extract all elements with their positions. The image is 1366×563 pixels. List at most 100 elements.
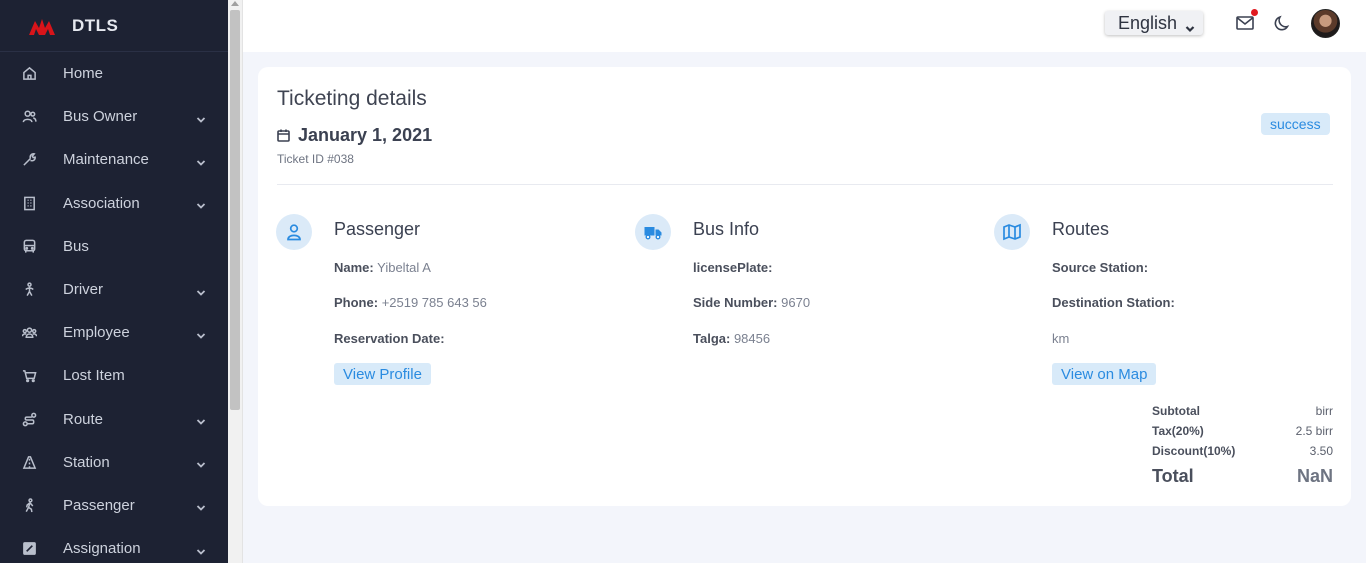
total-label: Total	[1152, 465, 1194, 486]
station-icon	[21, 454, 37, 470]
bus-talga: Talga: 98456	[693, 331, 770, 346]
map-icon	[994, 214, 1030, 250]
bus-side-number: Side Number: 9670	[693, 295, 810, 310]
mail-icon	[1236, 16, 1254, 30]
language-select[interactable]: English	[1105, 11, 1203, 35]
chevron-down-icon	[1185, 18, 1195, 33]
chevron-down-icon	[196, 155, 206, 166]
scrollbar-thumb[interactable]	[230, 10, 240, 410]
sidebar-item-driver[interactable]: Driver	[0, 268, 228, 311]
brand[interactable]: DTLS	[0, 0, 228, 52]
sidebar-item-lost-item[interactable]: Lost Item	[0, 354, 228, 397]
chevron-down-icon	[196, 112, 206, 123]
sidebar-item-station[interactable]: Station	[0, 441, 228, 484]
sidebar-item-label: Driver	[63, 281, 103, 299]
field-value: +2519 785 643 56	[381, 295, 487, 310]
bus-info-title: Bus Info	[693, 219, 760, 239]
field-label: Phone:	[334, 295, 379, 310]
chevron-down-icon	[196, 328, 206, 339]
mail-button[interactable]	[1235, 9, 1258, 33]
field-value: Yibeltal A	[377, 260, 431, 275]
field-label: Source Station:	[1052, 260, 1149, 275]
ticket-details-card: Ticketing details January 1, 2021 Ticket…	[258, 67, 1351, 506]
sidebar-item-employee[interactable]: Employee	[0, 311, 228, 354]
total-value: NaN	[1296, 465, 1333, 486]
passenger-reservation-date: Reservation Date:	[334, 331, 445, 346]
route-distance: km	[1052, 331, 1070, 346]
tax-value: 2.5 birr	[1295, 424, 1333, 438]
source-station: Source Station:	[1052, 260, 1148, 275]
user-icon	[276, 214, 312, 250]
home-icon	[21, 66, 37, 82]
user-avatar[interactable]	[1311, 9, 1340, 38]
notification-dot	[1251, 9, 1258, 16]
chevron-down-icon	[196, 198, 206, 209]
sidebar-item-bus[interactable]: Bus	[0, 225, 228, 268]
truck-icon	[635, 214, 671, 250]
scroll-up-arrow-icon[interactable]	[231, 1, 239, 6]
sidebar-item-label: Assignation	[63, 540, 141, 558]
discount-value: 3.50	[1309, 444, 1333, 458]
sidebar-item-label: Passenger	[63, 496, 135, 514]
bus-license-plate: licensePlate:	[693, 260, 773, 275]
chevron-down-icon	[196, 414, 206, 425]
chevron-down-icon	[196, 544, 206, 555]
chevron-down-icon	[196, 500, 206, 512]
sidebar-item-bus-owner[interactable]: Bus Owner	[0, 95, 228, 138]
sidebar-item-label: Home	[63, 65, 104, 83]
sidebar-item-home[interactable]: Home	[0, 52, 228, 95]
sidebar-item-label: Bus	[63, 237, 89, 255]
sidebar-nav: Home Bus Owner Maintenance Association B…	[0, 52, 228, 563]
sidebar-item-route[interactable]: Route	[0, 398, 228, 441]
price-summary: Subtotal birr Tax(20%) 2.5 birr Discount…	[1152, 401, 1333, 489]
field-value: 9670	[781, 295, 811, 310]
top-header: English	[243, 0, 1366, 52]
view-on-map-button[interactable]: View on Map	[1052, 363, 1157, 385]
sidebar-item-label: Maintenance	[63, 151, 149, 169]
ticket-date: January 1, 2021	[277, 125, 432, 146]
assign-icon	[21, 541, 37, 557]
subtotal-value: birr	[1315, 404, 1333, 418]
status-badge: success	[1261, 113, 1330, 135]
tax-label: Tax(20%)	[1152, 424, 1204, 438]
field-value: 98456	[733, 331, 771, 346]
calendar-icon	[277, 129, 290, 142]
sidebar-item-passenger[interactable]: Passenger	[0, 484, 228, 527]
walking-icon	[21, 497, 37, 513]
driver-icon	[21, 282, 37, 298]
sidebar-item-assignation[interactable]: Assignation	[0, 527, 228, 563]
sidebar-item-label: Association	[63, 194, 140, 212]
field-label: Reservation Date:	[334, 331, 445, 346]
destination-station: Destination Station:	[1052, 295, 1175, 310]
sidebar-scrollbar[interactable]	[228, 0, 243, 563]
passenger-phone: Phone: +2519 785 643 56	[334, 295, 487, 310]
discount-label: Discount(10%)	[1152, 444, 1236, 458]
field-label: Side Number:	[693, 295, 778, 310]
sidebar-item-label: Lost Item	[63, 367, 125, 385]
moon-icon	[1274, 15, 1290, 31]
chevron-down-icon	[196, 285, 206, 296]
view-profile-button[interactable]: View Profile	[334, 363, 431, 385]
logo-icon	[29, 18, 55, 35]
field-label: Destination Station:	[1052, 295, 1175, 310]
sidebar-item-association[interactable]: Association	[0, 182, 228, 225]
language-selected-value: English	[1118, 12, 1178, 33]
passenger-title: Passenger	[334, 219, 421, 239]
sidebar-item-label: Bus Owner	[63, 108, 138, 126]
app-name: DTLS	[72, 15, 119, 35]
cart-icon	[21, 368, 37, 384]
tax-row: Tax(20%) 2.5 birr	[1152, 421, 1333, 441]
sidebar-item-label: Route	[63, 410, 104, 428]
sidebar-item-label: Employee	[63, 324, 130, 342]
sidebar: DTLS Home Bus Owner Maintenance Associat…	[0, 0, 228, 563]
users-icon	[21, 109, 37, 125]
routes-title: Routes	[1052, 219, 1110, 239]
sidebar-item-maintenance[interactable]: Maintenance	[0, 138, 228, 181]
ticket-date-value: January 1, 2021	[298, 125, 433, 145]
chevron-down-icon	[196, 457, 206, 469]
subtotal-label: Subtotal	[1152, 404, 1200, 418]
theme-toggle-button[interactable]	[1273, 13, 1293, 33]
passenger-name: Name: Yibeltal A	[334, 260, 431, 275]
subtotal-row: Subtotal birr	[1152, 401, 1333, 421]
discount-row: Discount(10%) 3.50	[1152, 441, 1333, 461]
